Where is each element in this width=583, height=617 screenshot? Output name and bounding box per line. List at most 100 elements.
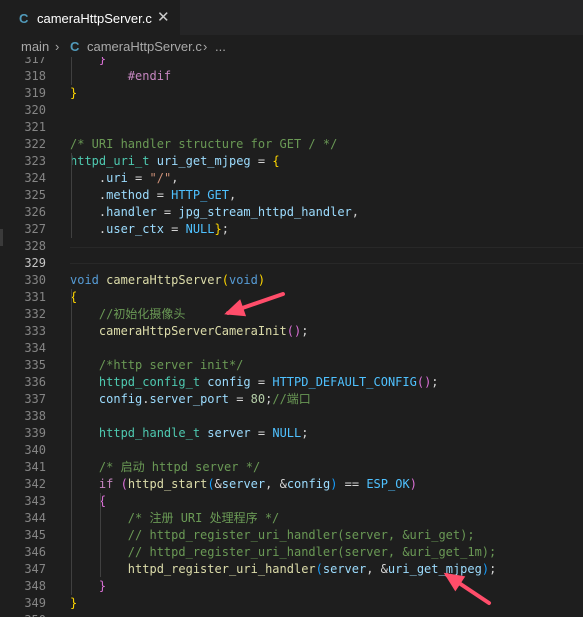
line-number: 317 bbox=[24, 57, 46, 66]
close-icon[interactable]: ✕ bbox=[157, 8, 170, 26]
code-token: cameraHttpServer bbox=[106, 273, 222, 287]
code-line[interactable]: 334 bbox=[0, 340, 583, 357]
line-code: // httpd_register_uri_handler(server, &u… bbox=[70, 544, 496, 561]
code-token: uri_get_mjpeg bbox=[387, 562, 482, 576]
code-token: { bbox=[272, 154, 280, 168]
breadcrumb-more[interactable]: ... bbox=[215, 39, 226, 54]
code-token: . bbox=[70, 171, 107, 185]
line-code: config.server_port = 80;//端口 bbox=[70, 391, 311, 408]
code-line[interactable]: 332 //初始化摄像头 bbox=[0, 306, 583, 323]
code-line[interactable]: 348 } bbox=[0, 578, 583, 595]
code-line[interactable]: 343 { bbox=[0, 493, 583, 510]
line-number: 340 bbox=[24, 443, 46, 457]
code-line[interactable]: 333 cameraHttpServerCameraInit(); bbox=[0, 323, 583, 340]
code-token: . bbox=[70, 205, 107, 219]
code-token: = bbox=[127, 171, 150, 185]
code-token: config bbox=[286, 477, 331, 491]
code-line[interactable]: 347 httpd_register_uri_handler(server, &… bbox=[0, 561, 583, 578]
line-number: 326 bbox=[24, 205, 46, 219]
code-token: "/" bbox=[149, 171, 172, 185]
code-token: ESP_OK bbox=[366, 477, 410, 491]
code-token: ) bbox=[481, 562, 490, 576]
code-line[interactable]: 328 bbox=[0, 238, 583, 255]
code-token: . bbox=[70, 188, 107, 202]
code-line[interactable]: 345 // httpd_register_uri_handler(server… bbox=[0, 527, 583, 544]
code-line[interactable]: 336 httpd_config_t config = HTTPD_DEFAUL… bbox=[0, 374, 583, 391]
line-number: 336 bbox=[24, 375, 46, 389]
code-token: = bbox=[250, 426, 273, 440]
code-token: } bbox=[214, 222, 222, 236]
line-number: 328 bbox=[24, 239, 46, 253]
code-token: if bbox=[98, 477, 114, 491]
code-line[interactable]: 349} bbox=[0, 595, 583, 612]
code-token: /* URI handler structure for GET / */ bbox=[70, 137, 338, 151]
code-token: httpd_uri_t bbox=[70, 154, 150, 168]
code-token: jpg_stream_httpd_handler bbox=[178, 205, 352, 219]
code-line[interactable]: 325 .method = HTTP_GET, bbox=[0, 187, 583, 204]
code-line[interactable]: 344 /* 注册 URI 处理程序 */ bbox=[0, 510, 583, 527]
code-line[interactable]: 330 void cameraHttpServer(void) bbox=[0, 272, 583, 289]
code-line[interactable]: 318 #endif bbox=[0, 68, 583, 85]
code-line[interactable]: 350 bbox=[0, 612, 583, 617]
code-token: /* 注册 URI 处理程序 */ bbox=[127, 511, 280, 525]
code-token: = bbox=[163, 222, 186, 236]
line-code: } bbox=[70, 57, 106, 68]
code-line[interactable]: 317 } bbox=[0, 57, 583, 68]
code-line[interactable]: 319} bbox=[0, 85, 583, 102]
code-token: . bbox=[70, 222, 107, 236]
line-number: 330 bbox=[24, 273, 46, 287]
code-line[interactable]: 324 .uri = "/", bbox=[0, 170, 583, 187]
line-number: 341 bbox=[24, 460, 46, 474]
code-token: config bbox=[207, 375, 251, 389]
code-line[interactable]: 329 bbox=[0, 255, 583, 272]
code-editor[interactable]: 317 } 318 #endif 319} 320 321 322/* URI handl… bbox=[0, 57, 583, 617]
code-line[interactable]: 331{ bbox=[0, 289, 583, 306]
code-line[interactable]: 337 config.server_port = 80;//端口 bbox=[0, 391, 583, 408]
code-line[interactable]: 339 httpd_handle_t server = NULL; bbox=[0, 425, 583, 442]
code-line[interactable]: 320 bbox=[0, 102, 583, 119]
code-line[interactable]: 340 bbox=[0, 442, 583, 459]
code-token: ) bbox=[257, 273, 266, 287]
code-line[interactable]: 335 /*http server init*/ bbox=[0, 357, 583, 374]
breadcrumb-file[interactable]: cameraHttpServer.c bbox=[87, 39, 202, 54]
line-number: 344 bbox=[24, 511, 46, 525]
code-line[interactable]: 322 /* URI handler structure for GET / */ bbox=[0, 136, 583, 153]
line-code: httpd_config_t config = HTTPD_DEFAULT_CO… bbox=[70, 374, 439, 391]
code-token: void bbox=[70, 273, 99, 287]
line-number: 338 bbox=[24, 409, 46, 423]
line-code: } bbox=[70, 578, 106, 595]
code-line[interactable]: 341 /* 启动 httpd server */ bbox=[0, 459, 583, 476]
code-line[interactable]: 338 bbox=[0, 408, 583, 425]
line-number: 325 bbox=[24, 188, 46, 202]
line-number: 324 bbox=[24, 171, 46, 185]
code-token: , bbox=[228, 188, 237, 202]
code-line[interactable]: 342 if (httpd_start(&server, &config) ==… bbox=[0, 476, 583, 493]
code-token: //端口 bbox=[272, 392, 311, 406]
breadcrumb-root[interactable]: main bbox=[21, 39, 49, 54]
code-token: ; bbox=[489, 562, 497, 576]
code-token: server bbox=[221, 477, 266, 491]
code-token: , bbox=[171, 171, 179, 185]
code-line[interactable]: 323 httpd_uri_t uri_get_mjpeg = { bbox=[0, 153, 583, 170]
code-token: } bbox=[98, 579, 107, 593]
line-code: httpd_handle_t server = NULL; bbox=[70, 425, 309, 442]
code-line[interactable]: 327 .user_ctx = NULL}; bbox=[0, 221, 583, 238]
code-token: //初始化摄像头 bbox=[98, 307, 186, 321]
code-line[interactable]: 346 // httpd_register_uri_handler(server… bbox=[0, 544, 583, 561]
code-token: httpd_start bbox=[127, 477, 208, 491]
line-code: cameraHttpServerCameraInit(); bbox=[70, 323, 309, 340]
code-line[interactable]: 321 bbox=[0, 119, 583, 136]
tab-camerahttpserver-c[interactable]: C cameraHttpServer.c ✕ bbox=[0, 0, 180, 35]
line-code: // httpd_register_uri_handler(server, &u… bbox=[70, 527, 475, 544]
code-token: } bbox=[70, 596, 78, 610]
code-token: httpd_handle_t bbox=[98, 426, 201, 440]
code-line[interactable]: 326 .handler = jpg_stream_httpd_handler, bbox=[0, 204, 583, 221]
